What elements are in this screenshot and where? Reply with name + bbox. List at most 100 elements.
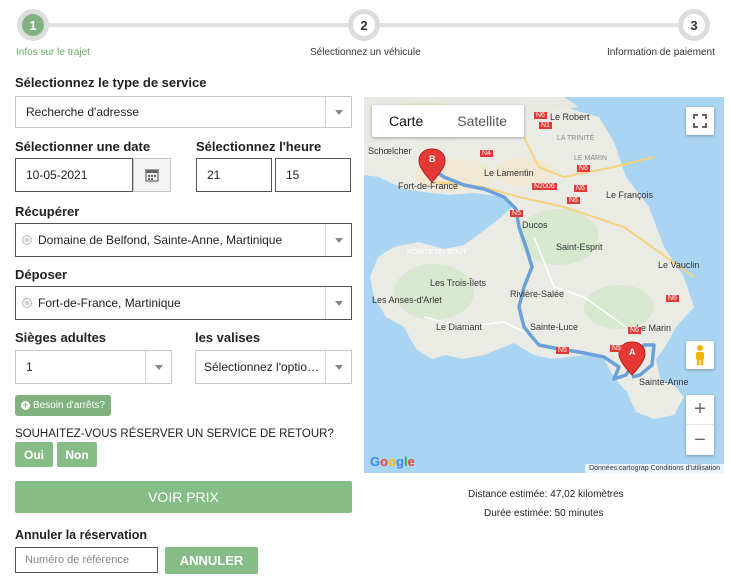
pickup-select[interactable]: Domaine de Belfond, Sainte-Anne, Martini…: [15, 223, 352, 257]
street-view-button[interactable]: [686, 341, 714, 369]
step-3-number: 3: [683, 14, 705, 36]
road-label: N4: [480, 150, 493, 157]
road-label: N2006: [532, 183, 557, 190]
marker-a-label: A: [629, 347, 636, 357]
zoom-out-button[interactable]: −: [686, 425, 714, 455]
place-pointe-du-bout: POINTE DU BOUT: [407, 249, 467, 256]
seats-label: Sièges adultes: [15, 330, 107, 345]
view-price-button[interactable]: VOIR PRIX: [15, 481, 352, 513]
step-2-label: Sélectionnez un véhicule: [310, 47, 421, 58]
marker-b-label: B: [429, 154, 436, 164]
location-icon: [22, 235, 32, 245]
hour-value: 21: [207, 168, 221, 182]
chevron-down-icon: [325, 97, 351, 127]
plus-icon: +: [21, 400, 30, 410]
place-fort-de-france: Fort-de-France: [398, 181, 459, 191]
step-1-label: Infos sur le trajet: [16, 47, 90, 58]
place-saint-esprit: Saint-Esprit: [556, 242, 603, 252]
chevron-down-icon: [325, 351, 351, 383]
zoom-controls: + −: [686, 395, 714, 455]
estimated-distance: Distance estimée: 47,02 kilomètres: [468, 489, 624, 500]
route-map[interactable]: B A Le Robert Schœlcher Fort-de-France L…: [364, 97, 724, 473]
dropoff-label: Déposer: [15, 267, 68, 282]
reference-placeholder: Numéro de référence: [25, 554, 129, 566]
pickup-label: Récupérer: [15, 204, 80, 219]
chevron-down-icon: [145, 351, 171, 383]
dropoff-value: Fort-de-France, Martinique: [38, 296, 181, 310]
place-le-diamant: Le Diamant: [436, 322, 483, 332]
luggage-label: les valises: [195, 330, 261, 345]
place-sainte-anne: Sainte-Anne: [639, 377, 689, 387]
place-le-marin-upper: LE MARIN: [574, 155, 608, 162]
date-value: 10-05-2021: [26, 168, 88, 182]
place-schoelcher: Schœlcher: [368, 146, 412, 156]
minute-value: 15: [286, 168, 300, 182]
place-les-trois-ilets: Les Trois-Îlets: [430, 278, 487, 288]
terms-link[interactable]: Conditions d'utilisation: [651, 465, 720, 472]
road-label: N6: [628, 327, 641, 334]
luggage-select[interactable]: Sélectionnez l'option ...: [195, 350, 352, 384]
date-label: Sélectionner une date: [15, 139, 151, 154]
road-label: N5: [610, 345, 623, 352]
place-le-francois: Le François: [606, 190, 654, 200]
place-le-robert: Le Robert: [550, 112, 590, 122]
return-question: SOUHAITEZ-VOUS RÉSERVER UN SERVICE DE RE…: [15, 428, 334, 440]
seats-select[interactable]: 1: [15, 350, 172, 384]
pickup-value: Domaine de Belfond, Sainte-Anne, Martini…: [38, 233, 283, 247]
luggage-value: Sélectionnez l'option ...: [204, 360, 325, 374]
seats-value: 1: [26, 360, 33, 374]
place-sainte-luce: Sainte-Luce: [530, 322, 579, 332]
road-label: N6: [577, 165, 590, 172]
return-yes-button[interactable]: Oui: [15, 442, 53, 467]
minute-input[interactable]: 15: [275, 158, 351, 192]
road-label: N5: [510, 210, 523, 217]
google-logo: Google: [370, 454, 415, 469]
attribution-text: Données cartograp: [589, 465, 649, 472]
map-type-tabs: Carte Satellite: [372, 105, 525, 137]
time-label: Sélectionnez l'heure: [196, 139, 322, 154]
date-input[interactable]: 10-05-2021: [15, 158, 133, 192]
road-label: N6: [567, 197, 580, 204]
cancel-reservation-label: Annuler la réservation: [15, 528, 147, 542]
map-canvas: [364, 97, 695, 419]
tab-map[interactable]: Carte: [372, 105, 440, 137]
place-ducos: Ducos: [522, 220, 548, 230]
add-stops-button[interactable]: + Besoin d'arrêts?: [15, 395, 111, 416]
chevron-down-icon: [325, 224, 351, 256]
place-les-anses-darlet: Les Anses-d'Arlet: [372, 295, 442, 305]
step-3-label: Information de paiement: [607, 47, 715, 58]
add-stops-label: Besoin d'arrêts?: [33, 400, 105, 411]
road-label: N5: [556, 347, 569, 354]
zoom-in-button[interactable]: +: [686, 395, 714, 425]
step-2-number: 2: [353, 14, 375, 36]
place-le-vauclin: Le Vauclin: [658, 260, 700, 270]
road-label: N6: [534, 112, 547, 119]
place-la-trinite: LA TRINITÉ: [557, 135, 595, 142]
step-2-indicator[interactable]: 2: [348, 9, 380, 41]
step-1-number: 1: [22, 14, 44, 36]
fullscreen-button[interactable]: [686, 107, 714, 135]
cancel-button[interactable]: ANNULER: [165, 547, 258, 574]
tab-satellite[interactable]: Satellite: [440, 105, 524, 137]
chevron-down-icon: [325, 287, 351, 319]
estimated-duration: Durée estimée: 50 minutes: [484, 508, 604, 519]
service-type-select[interactable]: Recherche d'adresse: [15, 96, 352, 128]
step-3-indicator[interactable]: 3: [678, 9, 710, 41]
return-no-button[interactable]: Non: [57, 442, 97, 467]
pegman-icon: [696, 345, 704, 365]
calendar-icon: [145, 169, 159, 182]
road-label: N6: [574, 185, 587, 192]
calendar-button[interactable]: [133, 158, 171, 192]
step-1-indicator[interactable]: 1: [17, 9, 49, 41]
reference-input[interactable]: Numéro de référence: [15, 547, 158, 573]
fullscreen-icon: [693, 114, 707, 128]
service-type-label: Sélectionnez le type de service: [15, 75, 207, 90]
hour-input[interactable]: 21: [196, 158, 272, 192]
dropoff-select[interactable]: Fort-de-France, Martinique: [15, 286, 352, 320]
road-label: N6: [666, 295, 679, 302]
location-icon: [22, 298, 32, 308]
place-le-marin: Le Marin: [636, 323, 672, 333]
place-le-lamentin: Le Lamentin: [484, 168, 534, 178]
road-label: N1: [539, 122, 552, 129]
map-attribution: Données cartograp Conditions d'utilisati…: [585, 464, 724, 473]
